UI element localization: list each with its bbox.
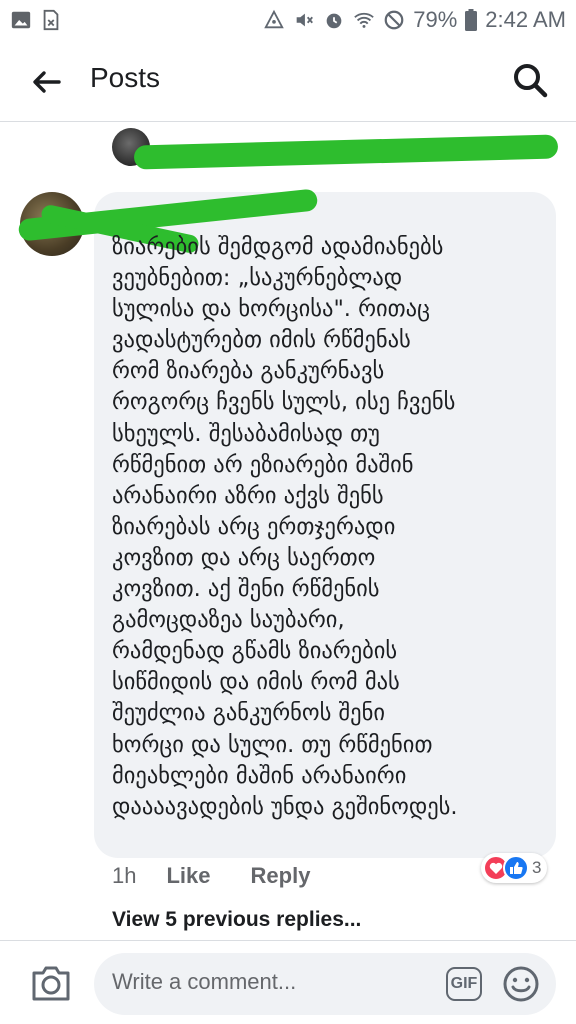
view-previous-replies-link[interactable]: View 5 previous replies... bbox=[112, 908, 361, 932]
previous-comment[interactable] bbox=[112, 126, 562, 170]
back-arrow-icon bbox=[33, 71, 61, 93]
comment-input[interactable] bbox=[112, 969, 432, 995]
block-icon bbox=[384, 10, 404, 30]
reactions-badge[interactable]: 3 bbox=[481, 853, 548, 883]
comment-time: 1h bbox=[112, 863, 137, 888]
reply-button[interactable]: Reply bbox=[251, 863, 311, 889]
status-right: 79% 2:42 AM bbox=[263, 7, 566, 33]
hotspot-icon bbox=[264, 9, 285, 29]
file-icon bbox=[43, 9, 59, 31]
emoji-icon[interactable] bbox=[502, 965, 540, 1003]
app-header: Posts bbox=[0, 40, 576, 122]
image-icon bbox=[11, 11, 31, 29]
status-time: 2:42 AM bbox=[485, 7, 566, 32]
gif-icon[interactable]: GIF bbox=[446, 967, 482, 1001]
status-bar: 79% 2:42 AM bbox=[0, 0, 576, 40]
redaction-scribble bbox=[133, 134, 559, 170]
back-button[interactable] bbox=[26, 62, 66, 102]
page-title: Posts bbox=[90, 62, 161, 93]
mute-icon bbox=[296, 13, 314, 27]
like-button[interactable]: Like bbox=[166, 863, 210, 889]
comment-text: ზიარების შემდგომ ადამიანებს ვეუბნებით: „… bbox=[112, 234, 458, 820]
comment-input-container[interactable]: GIF bbox=[94, 953, 556, 1015]
comment-composer-bar: GIF bbox=[0, 940, 576, 1024]
camera-icon[interactable] bbox=[30, 963, 72, 1003]
alarm-icon bbox=[326, 13, 342, 29]
battery-icon bbox=[465, 9, 478, 31]
search-button[interactable] bbox=[510, 60, 550, 100]
battery-percentage: 79% bbox=[413, 7, 458, 32]
search-icon bbox=[514, 64, 548, 98]
wifi-icon bbox=[354, 12, 375, 28]
status-left bbox=[10, 9, 62, 31]
reaction-count: 3 bbox=[532, 858, 542, 877]
comment-actions: 1h Like Reply bbox=[112, 860, 310, 892]
like-reaction-icon bbox=[503, 855, 529, 881]
